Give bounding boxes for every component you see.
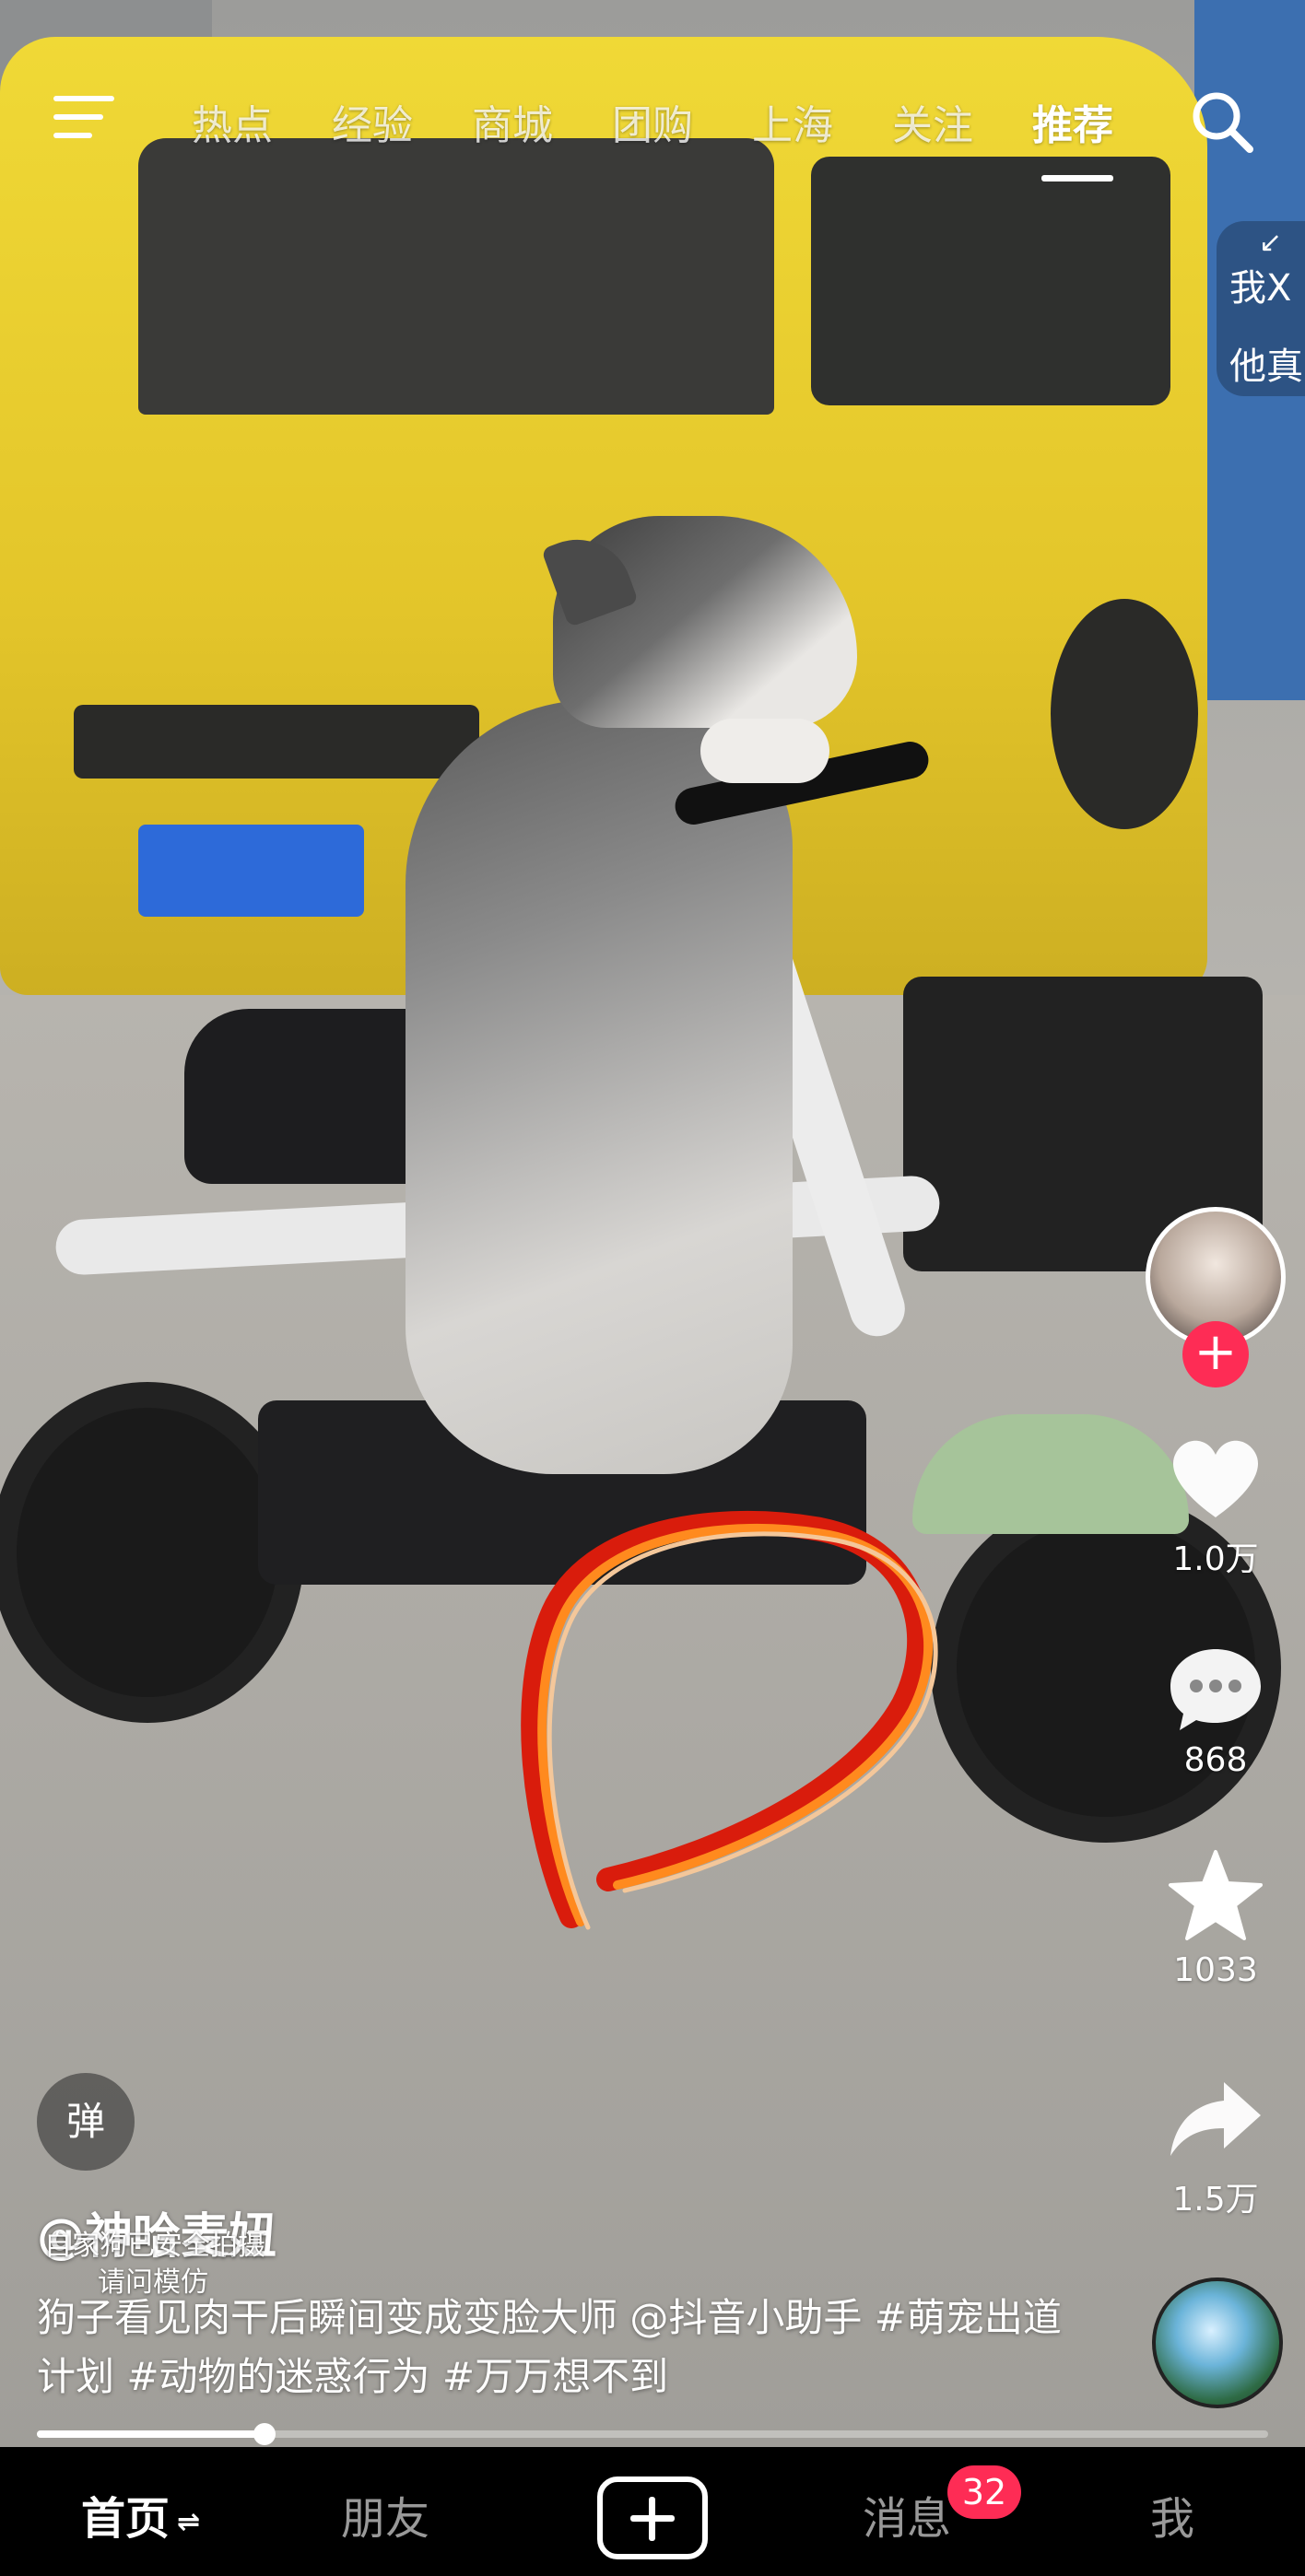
nav-messages[interactable]: 消息: [863, 2482, 951, 2547]
create-post-button[interactable]: [597, 2476, 708, 2559]
van-wheel: [1051, 599, 1198, 829]
tab-hot[interactable]: 热点: [192, 92, 273, 151]
top-nav: 热点 经验 商城 团购 上海 关注 推荐: [0, 83, 1305, 181]
nav-home-label: 首页: [81, 2493, 170, 2545]
husky-paw: [700, 719, 829, 783]
search-icon[interactable]: [1189, 88, 1255, 155]
share-arrow-icon: [1170, 2082, 1261, 2156]
nav-me[interactable]: 我: [1150, 2482, 1194, 2547]
side-peek-card[interactable]: ↙ 我X 他真: [1217, 221, 1305, 396]
active-tab-indicator: [1041, 175, 1113, 181]
comment-icon: [1170, 1649, 1261, 1730]
progress-handle[interactable]: [253, 2423, 276, 2445]
menu-icon[interactable]: [53, 96, 114, 144]
messages-badge: 32: [947, 2465, 1021, 2519]
husky-dog: [406, 700, 793, 1474]
highlight-circle-annotation: [521, 1510, 938, 1930]
tab-mall[interactable]: 商城: [472, 92, 553, 151]
share-count: 1.5万: [1172, 2181, 1259, 2219]
like-action[interactable]: 1.0万: [1139, 1433, 1292, 1580]
side-peek-line2: 他真: [1229, 345, 1303, 388]
van-windshield: [138, 138, 774, 415]
tab-following[interactable]: 关注: [892, 92, 973, 151]
tab-recommended[interactable]: 推荐: [1032, 92, 1113, 151]
like-count: 1.0万: [1172, 1540, 1259, 1578]
video-player[interactable]: [0, 0, 1305, 2447]
van-side-window: [811, 157, 1170, 405]
refresh-icon: ⇌: [177, 2505, 201, 2538]
bottom-nav: 首页 ⇌ 朋友 消息 32 我: [0, 2447, 1305, 2576]
tab-group-buy[interactable]: 团购: [612, 92, 693, 151]
side-peek-line1: 我X: [1229, 267, 1292, 310]
tab-city[interactable]: 上海: [752, 92, 833, 151]
follow-button[interactable]: +: [1182, 1321, 1249, 1388]
nav-home[interactable]: 首页 ⇌: [81, 2482, 200, 2547]
van-grille: [74, 705, 479, 779]
favorite-action[interactable]: 1033: [1139, 1848, 1292, 1989]
collapse-arrow-icon: ↙: [1259, 227, 1283, 259]
music-disc-icon[interactable]: [1152, 2277, 1283, 2408]
comment-count: 868: [1183, 1741, 1248, 1779]
favorite-count: 1033: [1173, 1951, 1258, 1989]
danmu-label: 弹: [65, 2099, 105, 2144]
heart-icon: [1173, 1440, 1258, 1517]
disclaimer-line1: 自家狗已安全拍摄: [44, 2230, 265, 2262]
star-icon: [1169, 1850, 1263, 1940]
progress-fill: [37, 2430, 265, 2438]
comment-action[interactable]: 868: [1139, 1642, 1292, 1779]
tab-experience[interactable]: 经验: [332, 92, 413, 151]
nav-friends[interactable]: 朋友: [341, 2482, 429, 2547]
video-caption[interactable]: 狗子看见肉干后瞬间变成变脸大师 @抖音小助手 #萌宠出道计划 #动物的迷惑行为 …: [37, 2289, 1069, 2406]
share-action[interactable]: 1.5万: [1139, 2073, 1292, 2220]
van-license-plate: [138, 825, 364, 917]
danmu-toggle-button[interactable]: 弹: [37, 2073, 135, 2171]
video-progress-bar[interactable]: [37, 2423, 1268, 2445]
